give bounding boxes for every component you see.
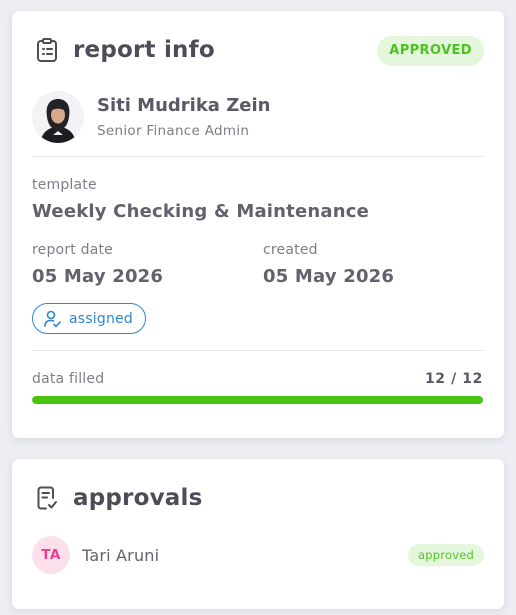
template-value: Weekly Checking & Maintenance [32, 201, 370, 222]
approver-name: Tari Aruni [82, 545, 160, 565]
report-info-card: report info APPROVED Siti Mudrika Zein S… [12, 11, 504, 438]
approver-avatar: TA [32, 536, 70, 574]
list-item[interactable]: TA Tari Aruni approved [32, 536, 484, 574]
page-title: report info [73, 37, 215, 63]
assigned-chip[interactable]: assigned [32, 303, 146, 334]
checklist-document-icon [37, 486, 57, 510]
approvals-header: approvals [34, 485, 202, 511]
assigned-label: assigned [69, 310, 133, 327]
user-role: Senior Finance Admin [97, 123, 250, 139]
report-date-value: 05 May 2026 [32, 266, 164, 287]
created-label: created [263, 242, 318, 258]
data-filled-label: data filled [32, 371, 105, 387]
data-filled-progress-fill [32, 396, 483, 404]
avatar [32, 91, 84, 143]
user-check-icon [44, 310, 61, 327]
data-filled-count: 12 / 12 [424, 371, 483, 387]
approval-status-badge: approved [408, 544, 484, 566]
status-badge: APPROVED [377, 36, 484, 66]
report-info-header: report info [34, 37, 215, 63]
approvals-title: approvals [73, 485, 203, 511]
report-owner: Siti Mudrika Zein Senior Finance Admin [32, 91, 270, 143]
created-value: 05 May 2026 [263, 266, 395, 287]
approvals-card: approvals TA Tari Aruni approved [12, 459, 504, 609]
template-label: template [32, 177, 97, 193]
report-date-label: report date [32, 242, 113, 258]
user-name: Siti Mudrika Zein [97, 95, 271, 116]
clipboard-icon [37, 38, 57, 62]
divider [32, 350, 484, 351]
divider [32, 156, 484, 157]
data-filled-progress [32, 396, 483, 404]
